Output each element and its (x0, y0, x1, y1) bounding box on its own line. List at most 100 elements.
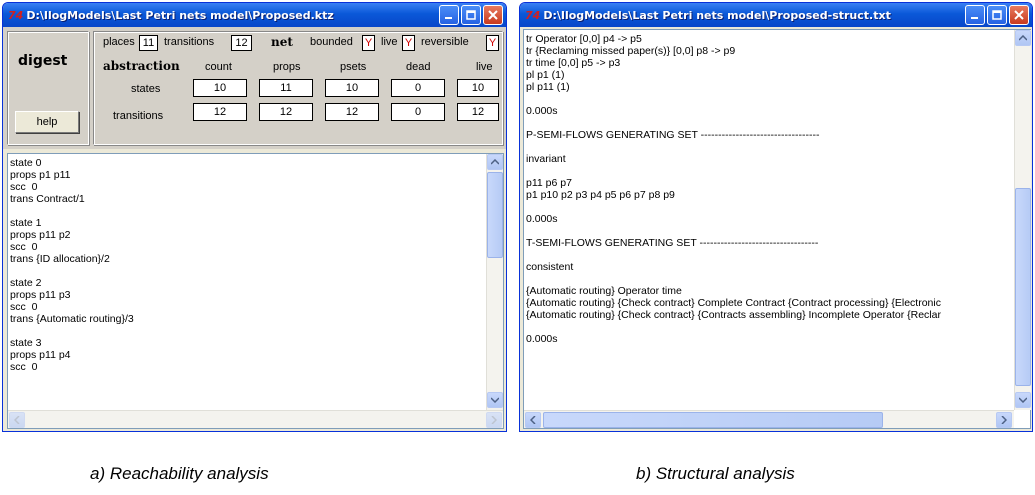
states-props: 11 (259, 79, 313, 97)
text-line: pl p1 (1) (526, 69, 565, 81)
text-line: p11 p6 p7 (526, 177, 572, 189)
reversible-flag: Y (486, 35, 499, 51)
text-line (526, 273, 1028, 285)
title-bar[interactable]: 74 D:\IlogModels\Last Petri nets model\P… (3, 3, 506, 27)
hscroll-thumb[interactable] (543, 412, 883, 428)
states-dead: 0 (391, 79, 445, 97)
col-count: count (205, 61, 232, 73)
text-line: trans {Automatic routing}/3 (10, 313, 134, 325)
scroll-up-button[interactable] (1015, 30, 1031, 46)
live-label: live (381, 36, 398, 48)
arrow-down-icon (491, 397, 499, 403)
minimize-icon (445, 17, 452, 19)
close-button[interactable] (483, 5, 503, 25)
text-line: state 1 (10, 217, 42, 229)
transitions-props: 12 (259, 103, 313, 121)
text-line: scc 0 (10, 241, 38, 253)
text-line: invariant (526, 153, 566, 165)
text-line (10, 325, 501, 337)
scroll-right-button[interactable] (486, 412, 502, 428)
minimize-icon (971, 17, 978, 19)
structural-output[interactable]: tr Operator [0,0] p4 -> p5 tr {Reclaming … (523, 29, 1031, 429)
transitions-dead: 0 (391, 103, 445, 121)
arrow-left-icon (14, 416, 20, 424)
horizontal-scrollbar[interactable] (8, 410, 503, 428)
text-line (526, 249, 1028, 261)
text-line (526, 321, 1028, 333)
close-icon (1014, 10, 1024, 20)
structural-window: 74 D:\IlogModels\Last Petri nets model\P… (519, 2, 1033, 432)
close-icon (488, 10, 498, 20)
reachability-output[interactable]: state 0 props p1 p11 scc 0 trans Contract/1… (7, 153, 504, 429)
scroll-thumb[interactable] (487, 172, 503, 258)
bounded-flag: Y (362, 35, 375, 51)
maximize-icon (992, 10, 1002, 20)
net-label: net (271, 35, 293, 49)
text-line (526, 165, 1028, 177)
title-bar[interactable]: 74 D:\IlogModels\Last Petri nets model\P… (520, 3, 1032, 27)
transitions-live: 12 (457, 103, 499, 121)
vertical-scrollbar[interactable] (486, 154, 503, 410)
col-live: live (476, 61, 493, 73)
text-line (526, 117, 1028, 129)
arrow-up-icon (491, 159, 499, 165)
text-line: 0.000s (526, 105, 558, 117)
tk-logo-icon: 74 (525, 8, 541, 22)
text-line: T-SEMI-FLOWS GENERATING SET ------------… (526, 237, 819, 249)
live-flag: Y (402, 35, 415, 51)
scroll-left-button[interactable] (525, 412, 541, 428)
text-line: scc 0 (10, 301, 38, 313)
vertical-scrollbar[interactable] (1014, 30, 1031, 410)
text-line (526, 93, 1028, 105)
text-line: {Automatic routing} {Check contract} {Co… (526, 309, 941, 321)
scroll-left-button[interactable] (9, 412, 25, 428)
transitions-count: 12 (193, 103, 247, 121)
maximize-button[interactable] (461, 5, 481, 25)
text-line: state 2 (10, 277, 42, 289)
minimize-button[interactable] (439, 5, 459, 25)
text-line (526, 141, 1028, 153)
arrow-right-icon (1001, 416, 1007, 424)
arrow-right-icon (491, 416, 497, 424)
scroll-right-button[interactable] (996, 412, 1012, 428)
abstraction-label: abstraction (103, 59, 180, 73)
text-line: tr time [0,0] p5 -> p3 (526, 57, 621, 69)
scroll-up-button[interactable] (487, 154, 503, 170)
text-line: trans Contract/1 (10, 193, 85, 205)
text-line: props p1 p11 (10, 169, 71, 181)
text-line: scc 0 (10, 361, 38, 373)
states-psets: 10 (325, 79, 379, 97)
close-button[interactable] (1009, 5, 1029, 25)
arrow-down-icon (1019, 397, 1027, 403)
bounded-label: bounded (310, 36, 353, 48)
maximize-button[interactable] (987, 5, 1007, 25)
col-dead: dead (406, 61, 431, 73)
text-line: p1 p10 p2 p3 p4 p5 p6 p7 p8 p9 (526, 189, 675, 201)
scroll-down-button[interactable] (1015, 392, 1031, 408)
arrow-left-icon (530, 416, 536, 424)
text-line: trans {ID allocation}/2 (10, 253, 110, 265)
places-value: 11 (139, 35, 158, 51)
transitions-psets: 12 (325, 103, 379, 121)
window-title: D:\IlogModels\Last Petri nets model\Prop… (543, 8, 891, 22)
text-line: props p11 p2 (10, 229, 71, 241)
minimize-button[interactable] (965, 5, 985, 25)
caption-left: a) Reachability analysis (90, 464, 269, 483)
text-line: props p11 p4 (10, 349, 71, 361)
text-line: tr Operator [0,0] p4 -> p5 (526, 33, 642, 45)
tk-logo-icon: 74 (8, 8, 24, 22)
transitions-label: transitions (164, 36, 215, 48)
scroll-thumb[interactable] (1015, 188, 1031, 386)
text-line: scc 0 (10, 181, 38, 193)
text-line: consistent (526, 261, 574, 273)
window-title: D:\IlogModels\Last Petri nets model\Prop… (26, 8, 334, 22)
digest-panel: digest help places 11 transitions 12 net… (3, 27, 506, 149)
row-transitions-label: transitions (113, 110, 164, 122)
scroll-down-button[interactable] (487, 392, 503, 408)
text-line: state 0 (10, 157, 42, 169)
col-props: props (273, 61, 301, 73)
text-line: {Automatic routing} Operator time (526, 285, 682, 297)
help-button[interactable]: help (15, 111, 79, 133)
arrow-up-icon (1019, 35, 1027, 41)
horizontal-scrollbar[interactable] (524, 410, 1014, 428)
